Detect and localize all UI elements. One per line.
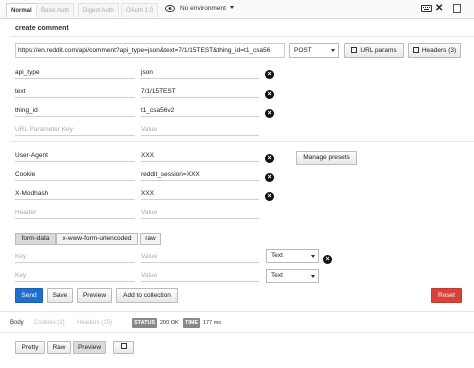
form-type-select[interactable]: Text — [266, 249, 319, 263]
tab-raw[interactable]: raw — [140, 233, 161, 245]
window-icon[interactable] — [453, 4, 461, 13]
divider — [10, 141, 474, 142]
delete-icon[interactable]: × — [265, 70, 274, 79]
manage-presets-button[interactable]: Manage presets — [296, 151, 357, 165]
headers-icon — [412, 47, 419, 53]
form-type-label: Text — [271, 272, 283, 279]
headers-button-label: Headers (3) — [421, 47, 457, 54]
header-key[interactable]: X-Modhash — [15, 187, 135, 200]
form-value-input[interactable]: Value — [141, 250, 259, 263]
request-title: create comment — [15, 25, 69, 32]
copy-button[interactable] — [113, 341, 134, 354]
tab-response-cookies[interactable]: Cookies (2) — [34, 318, 65, 328]
form-value-input[interactable]: Value — [141, 269, 259, 282]
divider — [10, 36, 474, 37]
form-key-input[interactable]: Key — [15, 269, 135, 282]
divider — [0, 332, 474, 333]
params-icon — [351, 47, 358, 53]
copy-icon — [120, 343, 127, 349]
method-label: POST — [294, 47, 312, 54]
delete-icon[interactable]: × — [323, 255, 332, 264]
param-key[interactable]: text — [15, 85, 135, 98]
status-badge: STATUS — [132, 318, 158, 328]
pretty-button[interactable]: Pretty — [15, 341, 45, 354]
header-key-input[interactable]: Header — [15, 206, 135, 219]
environment-select[interactable]: No environment — [180, 4, 234, 14]
tab-urlencoded[interactable]: x-www-form-urlencoded — [56, 233, 138, 245]
header-key[interactable]: User-Agent — [15, 149, 135, 162]
tab-response-headers[interactable]: Headers (15) — [77, 318, 112, 328]
param-key[interactable]: thing_id — [15, 104, 135, 117]
raw-button[interactable]: Raw — [47, 341, 71, 354]
tab-normal[interactable]: Normal — [6, 3, 37, 17]
tab-response-body[interactable]: Body — [10, 318, 24, 328]
tab-form-data[interactable]: form-data — [15, 233, 56, 245]
param-value[interactable]: 7/1/15TEST — [141, 85, 259, 98]
param-key[interactable]: api_type — [15, 66, 135, 79]
environment-label: No environment — [180, 5, 226, 12]
chevron-down-icon — [229, 6, 234, 9]
form-key-input[interactable]: Key — [15, 250, 135, 263]
form-type-select[interactable]: Text — [266, 269, 319, 283]
delete-icon[interactable]: × — [265, 90, 274, 99]
keyboard-icon[interactable] — [421, 5, 432, 12]
url-params-button[interactable]: URL params — [344, 43, 404, 58]
status-value: 200 OK — [160, 320, 179, 326]
headers-button[interactable]: Headers (3) — [408, 43, 461, 58]
tab-basic-auth[interactable]: Basic Auth — [36, 3, 75, 17]
chevron-down-icon — [311, 255, 315, 258]
chevron-down-icon — [331, 49, 335, 52]
header-value[interactable]: XXX — [141, 149, 259, 162]
header-value[interactable]: reddit_session=XXX — [141, 168, 259, 181]
delete-icon[interactable]: × — [265, 173, 274, 182]
chevron-down-icon — [311, 275, 315, 278]
save-button[interactable]: Save — [47, 288, 73, 303]
method-select[interactable]: POST — [289, 43, 339, 58]
param-value[interactable]: t1_csa56v2 — [141, 104, 259, 117]
url-input[interactable]: https://en.reddit.com/api/comment?api_ty… — [15, 43, 285, 58]
header-value-input[interactable]: Value — [141, 206, 259, 219]
param-value[interactable]: json — [141, 66, 259, 79]
delete-icon[interactable]: × — [265, 109, 274, 118]
header-key[interactable]: Cookie — [15, 168, 135, 181]
time-badge: TIME — [183, 318, 201, 328]
top-tab-bar: Normal Basic Auth Digest Auth OAuth 1.0 … — [0, 0, 474, 19]
reset-button[interactable]: Reset — [431, 288, 462, 303]
time-value: 177 ms — [203, 320, 222, 326]
tab-oauth[interactable]: OAuth 1.0 — [121, 3, 159, 17]
eye-icon[interactable] — [165, 5, 175, 12]
tab-digest-auth[interactable]: Digest Auth — [78, 3, 119, 17]
preview-button[interactable]: Preview — [77, 288, 112, 303]
header-value[interactable]: XXX — [141, 187, 259, 200]
delete-icon[interactable]: × — [265, 192, 274, 201]
divider — [0, 311, 474, 312]
param-key-input[interactable]: URL Parameter Key — [15, 123, 135, 136]
delete-icon[interactable]: × — [265, 154, 274, 163]
form-type-label: Text — [271, 252, 283, 259]
url-params-label: URL params — [360, 47, 397, 54]
tools-icon[interactable]: ✕ — [435, 3, 443, 15]
add-to-collection-button[interactable]: Add to collection — [116, 288, 178, 303]
param-value-input[interactable]: Value — [141, 123, 259, 136]
preview-response-button[interactable]: Preview — [73, 341, 106, 354]
send-button[interactable]: Send — [15, 288, 43, 303]
